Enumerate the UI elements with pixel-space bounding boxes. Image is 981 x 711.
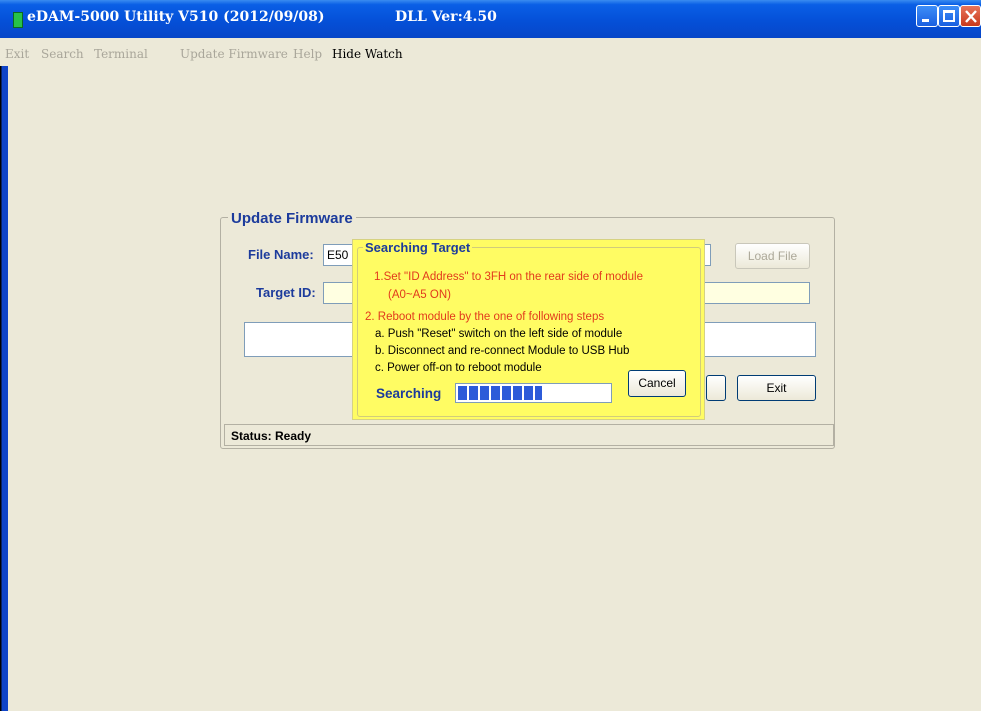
menu-help[interactable]: Help <box>293 47 322 61</box>
search-progress-bar <box>455 383 612 403</box>
menu-update-firmware[interactable]: Update Firmware <box>180 47 288 61</box>
searching-target-title: Searching Target <box>363 240 473 255</box>
menu-exit[interactable]: Exit <box>5 47 29 61</box>
cancel-button[interactable]: Cancel <box>628 370 686 397</box>
menu-bar: Exit Search Terminal Update Firmware Hel… <box>0 38 981 66</box>
searching-target-dialog: Searching Target 1.Set "ID Address" to 3… <box>352 239 705 420</box>
dll-version: DLL Ver:4.50 <box>395 9 497 25</box>
instruction-step2: 2. Reboot module by the one of following… <box>365 311 605 323</box>
exit-button[interactable]: Exit <box>737 375 816 401</box>
client-area: Update Firmware File Name: E50 Load File… <box>0 66 981 711</box>
app-icon <box>13 12 23 28</box>
window-title: eDAM-5000 Utility V510 (2012/09/08) <box>27 9 325 25</box>
status-bar: Status: Ready <box>224 424 834 446</box>
menu-terminal[interactable]: Terminal <box>94 47 148 61</box>
instruction-step2b: b. Disconnect and re-connect Module to U… <box>375 345 630 357</box>
menu-hide-watch[interactable]: Hide Watch <box>332 47 403 61</box>
instruction-step2a: a. Push "Reset" switch on the left side … <box>375 328 623 340</box>
instruction-step2c: c. Power off-on to reboot module <box>375 362 542 374</box>
minimize-icon[interactable] <box>916 5 938 27</box>
maximize-icon[interactable] <box>938 5 960 27</box>
hidden-button[interactable] <box>706 375 726 401</box>
update-firmware-title: Update Firmware <box>228 210 356 227</box>
instruction-step1-detail: (A0~A5 ON) <box>388 289 451 301</box>
status-text: Status: Ready <box>231 429 312 443</box>
target-id-label: Target ID: <box>256 285 316 300</box>
instruction-step1: 1.Set "ID Address" to 3FH on the rear si… <box>374 271 643 283</box>
searching-label: Searching <box>376 386 442 401</box>
menu-search[interactable]: Search <box>41 47 84 61</box>
title-bar[interactable]: eDAM-5000 Utility V510 (2012/09/08) DLL … <box>0 0 981 38</box>
window-left-border <box>0 66 8 711</box>
search-progress-fill <box>458 386 542 400</box>
file-name-label: File Name: <box>248 247 314 262</box>
app-window: eDAM-5000 Utility V510 (2012/09/08) DLL … <box>0 0 981 711</box>
close-icon[interactable] <box>960 5 981 27</box>
load-file-button[interactable]: Load File <box>735 243 810 269</box>
